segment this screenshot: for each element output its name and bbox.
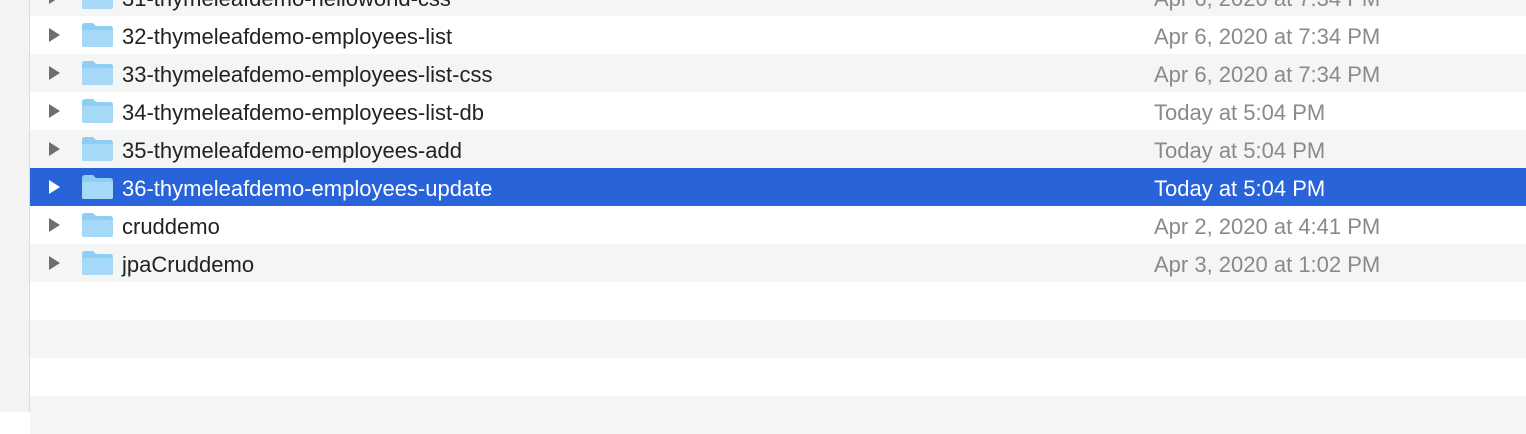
empty-row xyxy=(30,320,1526,358)
date-modified: Today at 5:04 PM xyxy=(1154,100,1326,125)
list-row[interactable]: 31-thymeleafdemo-helloworld-css Apr 6, 2… xyxy=(30,0,1526,16)
list-row[interactable]: 35-thymeleafdemo-employees-add Today at … xyxy=(30,130,1526,168)
list-row[interactable]: 34-thymeleafdemo-employees-list-db Today… xyxy=(30,92,1526,130)
file-name: 32-thymeleafdemo-employees-list xyxy=(122,24,453,49)
folder-icon xyxy=(82,213,113,237)
file-name: 33-thymeleafdemo-employees-list-css xyxy=(122,62,493,87)
file-name: 35-thymeleafdemo-employees-add xyxy=(122,138,462,163)
date-modified: Apr 3, 2020 at 1:02 PM xyxy=(1154,252,1381,277)
disclosure-triangle-icon[interactable] xyxy=(49,142,60,156)
date-modified: Apr 6, 2020 at 7:34 PM xyxy=(1154,62,1381,87)
file-name: jpaCruddemo xyxy=(122,252,255,277)
file-name: 34-thymeleafdemo-employees-list-db xyxy=(122,100,484,125)
folder-icon xyxy=(82,251,113,275)
file-list: 31-thymeleafdemo-helloworld-css Apr 6, 2… xyxy=(30,0,1526,434)
date-modified: Today at 5:04 PM xyxy=(1154,176,1326,201)
folder-icon xyxy=(82,175,113,199)
date-modified: Today at 5:04 PM xyxy=(1154,138,1326,163)
folder-icon xyxy=(82,137,113,161)
date-modified: Apr 2, 2020 at 4:41 PM xyxy=(1154,214,1381,239)
folder-icon xyxy=(82,23,113,47)
folder-icon xyxy=(82,0,113,9)
file-name: cruddemo xyxy=(122,214,220,239)
file-name: 36-thymeleafdemo-employees-update xyxy=(122,176,493,201)
disclosure-triangle-icon[interactable] xyxy=(49,180,60,194)
list-row[interactable]: 32-thymeleafdemo-employees-list Apr 6, 2… xyxy=(30,16,1526,54)
sidebar-edge xyxy=(0,0,30,412)
disclosure-triangle-icon[interactable] xyxy=(49,104,60,118)
list-row[interactable]: 33-thymeleafdemo-employees-list-css Apr … xyxy=(30,54,1526,92)
disclosure-triangle-icon[interactable] xyxy=(49,28,60,42)
date-modified: Apr 6, 2020 at 7:34 PM xyxy=(1154,24,1381,49)
empty-row xyxy=(30,396,1526,434)
empty-row xyxy=(30,358,1526,396)
empty-row xyxy=(30,282,1526,320)
disclosure-triangle-icon[interactable] xyxy=(49,0,60,4)
folder-icon xyxy=(82,61,113,85)
disclosure-triangle-icon[interactable] xyxy=(49,66,60,80)
disclosure-triangle-icon[interactable] xyxy=(49,218,60,232)
date-modified: Apr 6, 2020 at 7:34 PM xyxy=(1154,0,1380,12)
list-row[interactable]: jpaCruddemo Apr 3, 2020 at 1:02 PM xyxy=(30,244,1526,282)
disclosure-triangle-icon[interactable] xyxy=(49,256,60,270)
folder-icon xyxy=(82,99,113,123)
list-row-selected[interactable]: 36-thymeleafdemo-employees-update Today … xyxy=(30,168,1526,206)
list-row[interactable]: cruddemo Apr 2, 2020 at 4:41 PM xyxy=(30,206,1526,244)
file-name: 31-thymeleafdemo-helloworld-css xyxy=(122,0,451,12)
